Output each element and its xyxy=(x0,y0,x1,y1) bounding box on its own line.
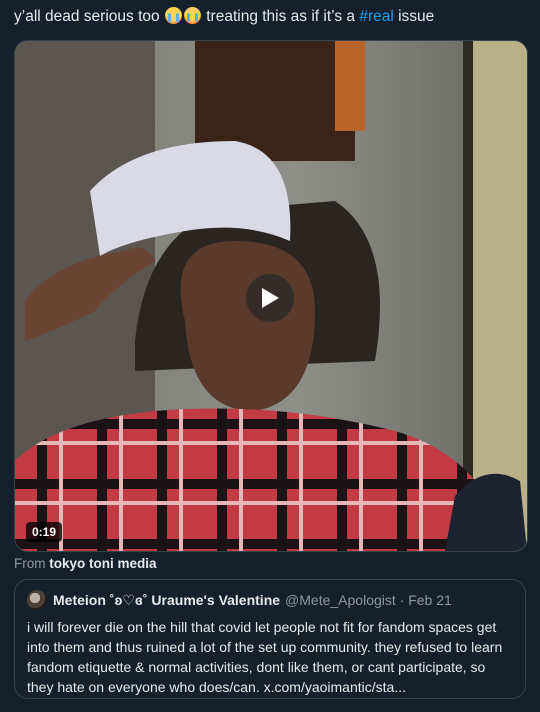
avatar[interactable] xyxy=(27,590,47,610)
play-button[interactable] xyxy=(246,274,294,322)
tweet-text-middle: treating this as if it’s a xyxy=(206,8,356,25)
play-icon xyxy=(262,288,279,308)
tweet-text-start: y’all dead serious too xyxy=(14,8,160,25)
media-source: From tokyo toni media xyxy=(14,556,157,571)
crying-face-emoji-icon xyxy=(183,7,201,24)
tweet-text-end: issue xyxy=(398,8,435,25)
quoted-handle-date: @Mete_Apologist · Feb 21 xyxy=(285,592,452,608)
source-prefix: From xyxy=(14,556,46,571)
video-player[interactable]: 0:19 xyxy=(14,40,528,552)
hashtag-link[interactable]: #real xyxy=(359,8,393,25)
quoted-display-name[interactable]: Meteion ˚ʚ♡ɞ˚ Uraume's Valentine xyxy=(53,592,280,609)
quoted-tweet-header: Meteion ˚ʚ♡ɞ˚ Uraume's Valentine @Mete_A… xyxy=(27,590,515,610)
quoted-tweet-card[interactable]: Meteion ˚ʚ♡ɞ˚ Uraume's Valentine @Mete_A… xyxy=(14,579,526,699)
source-account-link[interactable]: tokyo toni media xyxy=(49,556,156,571)
tweet-text: y’all dead serious too treating this as … xyxy=(14,6,530,28)
video-duration-badge: 0:19 xyxy=(26,522,63,542)
quoted-tweet-text: i will forever die on the hill that covi… xyxy=(27,619,503,695)
crying-face-emoji-icon xyxy=(164,7,182,24)
